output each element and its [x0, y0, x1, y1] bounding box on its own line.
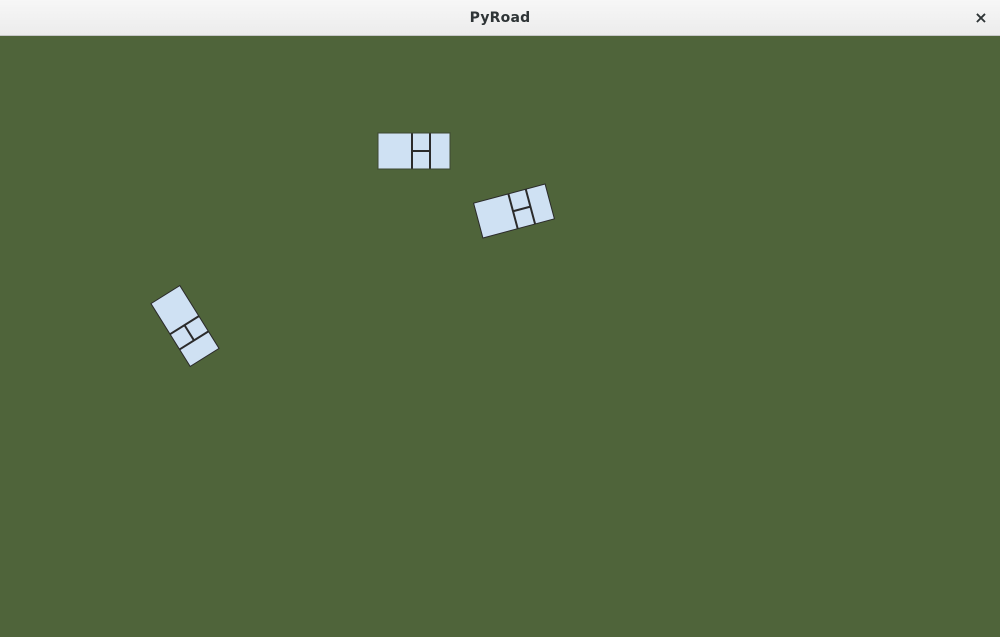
close-button[interactable]: × — [970, 7, 992, 29]
game-canvas[interactable] — [0, 36, 1000, 637]
title-bar[interactable]: PyRoad × — [0, 0, 1000, 36]
vehicle-car-1 — [377, 132, 451, 170]
window-title: PyRoad — [469, 10, 531, 26]
vehicle-car-3 — [150, 284, 220, 368]
app-window: PyRoad × — [0, 0, 1000, 637]
road-scene — [150, 132, 556, 368]
close-icon: × — [974, 8, 988, 27]
vehicle-car-2 — [472, 183, 556, 239]
